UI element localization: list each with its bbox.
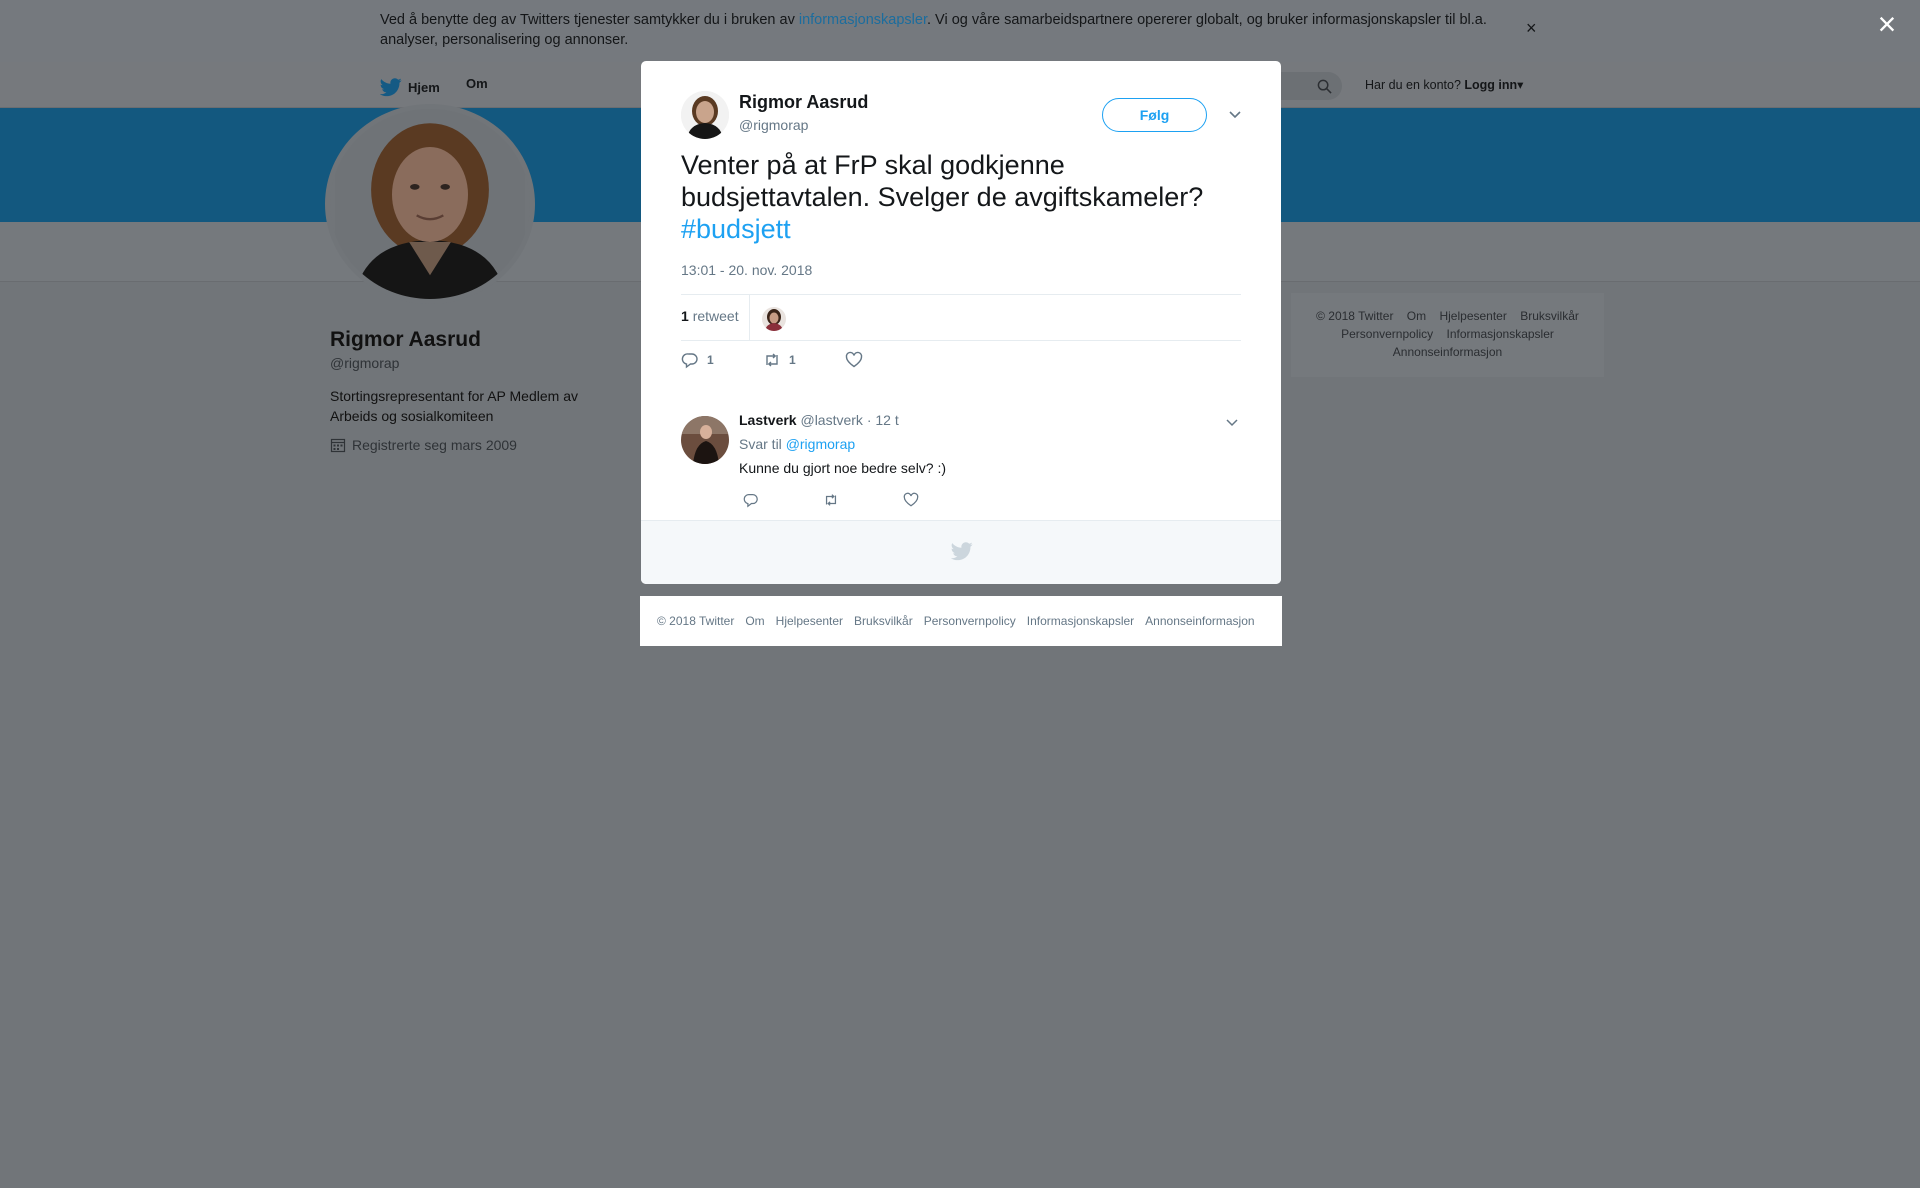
modal-footer: © 2018 Twitter Om Hjelpesenter Bruksvilk…: [640, 596, 1282, 646]
reply-author-avatar[interactable]: [681, 416, 729, 464]
chevron-down-icon: ▾: [1517, 78, 1524, 92]
tweet-author-handle[interactable]: @rigmorap: [739, 117, 808, 133]
reply-to-link[interactable]: @rigmorap: [786, 436, 855, 452]
reply-to-context: Svar til @rigmorap: [739, 436, 856, 452]
avatar-image: [335, 109, 525, 299]
calendar-icon: [330, 438, 346, 453]
chevron-down-icon[interactable]: [1224, 414, 1240, 430]
reply-icon: [681, 353, 698, 369]
avatar-image: [762, 307, 786, 331]
retweeter-avatar[interactable]: [762, 307, 786, 331]
login-link[interactable]: Logg inn: [1464, 78, 1517, 92]
profile-joined: Registrerte seg mars 2009: [330, 437, 517, 453]
reply-text: Kunne du gjort noe bedre selv? :): [739, 460, 947, 476]
tweet-timestamp[interactable]: 13:01 - 20. nov. 2018: [681, 262, 812, 278]
reply-retweet-button[interactable]: [823, 492, 903, 513]
twitter-bird-icon: [951, 542, 973, 561]
side-footer-ads-link[interactable]: Annonseinformasjon: [1393, 345, 1502, 359]
follow-button[interactable]: Følg: [1102, 98, 1207, 132]
tweet-author-name[interactable]: Rigmor Aasrud: [739, 92, 868, 113]
side-footer-about-link[interactable]: Om: [1407, 309, 1426, 323]
cookie-banner-text: Ved å benytte deg av Twitters tjenester …: [380, 12, 1487, 48]
retweet-stat[interactable]: 1 retweet: [681, 308, 739, 324]
profile-name: Rigmor Aasrud: [330, 328, 481, 351]
side-footer-terms-link[interactable]: Bruksvilkår: [1520, 309, 1579, 323]
cookie-info-link[interactable]: informasjonskapsler: [799, 12, 927, 28]
tweet-stats: 1 retweet: [681, 294, 1241, 341]
reply-button[interactable]: 1: [681, 351, 763, 369]
login-area: Har du en konto? Logg inn▾: [1365, 78, 1524, 92]
avatar-image: [681, 91, 729, 139]
reply-header: Lastverk @lastverk · 12 t: [739, 412, 899, 428]
reply-icon: [743, 494, 758, 508]
cookie-banner: Ved å benytte deg av Twitters tjenester …: [0, 0, 1920, 62]
modal-bottom-bar: [641, 520, 1281, 584]
side-footer-cookies-link[interactable]: Informasjonskapsler: [1447, 327, 1554, 341]
heart-icon: [845, 351, 863, 368]
reply-reply-button[interactable]: [743, 492, 823, 513]
avatar-image: [681, 416, 729, 464]
footer-cookies-link[interactable]: Informasjonskapsler: [1027, 614, 1134, 628]
side-footer: © 2018 Twitter Om Hjelpesenter Bruksvilk…: [1291, 293, 1604, 377]
cookie-banner-close-button[interactable]: ×: [1526, 18, 1537, 39]
profile-handle: @rigmorap: [330, 355, 400, 371]
heart-icon: [903, 492, 919, 507]
tweet-text: Venter på at FrP skal godkjenne budsjett…: [681, 150, 1204, 244]
retweet-icon: [825, 494, 837, 506]
footer-copyright: © 2018 Twitter: [657, 614, 735, 628]
reply-action-row: [743, 492, 983, 513]
side-footer-help-link[interactable]: Hjelpesenter: [1439, 309, 1506, 323]
retweet-button[interactable]: 1: [763, 351, 845, 369]
footer-about-link[interactable]: Om: [745, 614, 764, 628]
profile-bio: Stortingsrepresentant for AP Medlem av A…: [330, 388, 578, 424]
side-footer-copyright: © 2018 Twitter: [1316, 309, 1394, 323]
footer-terms-link[interactable]: Bruksvilkår: [854, 614, 913, 628]
reply-like-button[interactable]: [903, 492, 983, 513]
chevron-down-icon[interactable]: [1226, 105, 1244, 123]
divider: [749, 295, 750, 341]
search-icon: [1317, 79, 1332, 94]
hashtag-link[interactable]: #budsjett: [681, 214, 791, 244]
side-footer-privacy-link[interactable]: Personvernpolicy: [1341, 327, 1433, 341]
nav-about-link[interactable]: Om: [466, 76, 488, 91]
nav-home-link[interactable]: Hjem: [380, 76, 440, 98]
profile-avatar[interactable]: [325, 104, 535, 304]
like-button[interactable]: [845, 351, 927, 369]
footer-privacy-link[interactable]: Personvernpolicy: [924, 614, 1016, 628]
reply-author-handle[interactable]: @lastverk: [800, 412, 862, 428]
footer-help-link[interactable]: Hjelpesenter: [776, 614, 843, 628]
footer-ads-link[interactable]: Annonseinformasjon: [1145, 614, 1254, 628]
close-icon[interactable]: ×: [1872, 8, 1902, 40]
tweet-actions: 1 1: [681, 351, 927, 369]
twitter-bird-icon: [380, 78, 402, 97]
retweet-icon: [766, 353, 778, 367]
reply-author-name[interactable]: Lastverk: [739, 412, 797, 428]
reply-timestamp[interactable]: · 12 t: [867, 412, 899, 428]
tweet-author-avatar[interactable]: [681, 91, 729, 139]
